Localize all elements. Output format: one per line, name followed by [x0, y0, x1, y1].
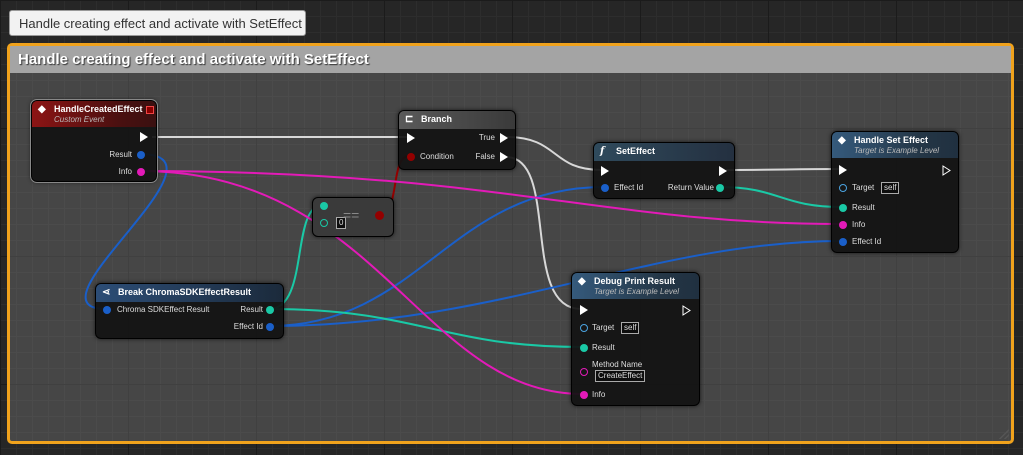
node-title: Debug Print Result — [594, 276, 676, 286]
pin-method-in[interactable] — [580, 368, 588, 376]
equals-symbol: == — [343, 207, 360, 223]
pin-label-result: Result — [592, 343, 615, 352]
node-header[interactable]: f SetEffect — [594, 143, 734, 161]
pin-return-out[interactable] — [716, 184, 724, 192]
node-subtitle: Target is Example Level — [594, 287, 680, 296]
function-icon: f — [600, 146, 605, 157]
node-header[interactable]: ⊏ Branch — [399, 111, 515, 129]
break-struct-icon: ⋖ — [102, 287, 111, 298]
pin-label-target: Target — [592, 323, 615, 332]
pin-label-info: Info — [592, 390, 606, 399]
exec-out-pin[interactable] — [942, 165, 951, 176]
exec-in-pin[interactable] — [839, 165, 847, 175]
pin-label-info: Info — [852, 220, 866, 229]
pin-label-false: False — [475, 152, 495, 161]
pin-label-target: Target — [852, 183, 875, 192]
exec-out-pin[interactable] — [719, 166, 727, 176]
pin-result-in[interactable] — [839, 204, 847, 212]
node-title: Handle Set Effect — [854, 135, 929, 145]
pin-info-in[interactable] — [580, 391, 588, 399]
pin-label-true: True — [478, 133, 495, 142]
comment-resize-grip[interactable] — [999, 429, 1009, 439]
node-debug-print-result[interactable]: ◆ Debug Print Result Target is Example L… — [571, 272, 700, 406]
node-header[interactable]: ◆ Debug Print Result Target is Example L… — [572, 273, 699, 299]
comment-title[interactable]: Handle creating effect and activate with… — [10, 46, 1011, 73]
exec-in-pin[interactable] — [580, 305, 588, 315]
exec-false-pin[interactable] — [500, 152, 508, 162]
node-break-chroma-result[interactable]: ⋖ Break ChromaSDKEffectResult Chroma SDK… — [95, 283, 284, 339]
pin-label-result: Result — [109, 150, 132, 159]
node-header[interactable]: ◆ Handle Set Effect Target is Example Le… — [832, 132, 958, 158]
node-equals[interactable]: 0 == — [312, 197, 394, 237]
exec-out-pin[interactable] — [140, 132, 148, 142]
pin-return-out[interactable] — [375, 211, 384, 220]
pin-a-in[interactable] — [320, 202, 328, 210]
exec-in-pin[interactable] — [601, 166, 609, 176]
pin-info-in[interactable] — [839, 221, 847, 229]
node-header[interactable]: ◆ HandleCreatedEffect Custom Event — [32, 101, 156, 127]
pin-info-out[interactable] — [137, 168, 145, 176]
pin-label-result: Result — [240, 305, 263, 314]
event-diamond-icon: ◆ — [838, 135, 846, 146]
delegate-pin[interactable] — [146, 106, 154, 114]
pin-label-info: Info — [118, 167, 132, 176]
branch-icon: ⊏ — [405, 114, 414, 125]
node-subtitle: Custom Event — [54, 115, 105, 124]
exec-out-pin[interactable] — [682, 305, 691, 316]
node-subtitle: Target is Example Level — [854, 146, 940, 155]
pin-label-effect-id: Effect Id — [233, 322, 263, 331]
pin-label-result: Result — [852, 203, 875, 212]
pin-label-method-name: Method Name — [592, 360, 643, 369]
pin-condition-in[interactable] — [407, 153, 415, 161]
node-title: Branch — [421, 114, 453, 124]
pin-result-out[interactable] — [137, 151, 145, 159]
node-branch[interactable]: ⊏ Branch Condition True False — [398, 110, 516, 170]
node-handle-created-effect[interactable]: ◆ HandleCreatedEffect Custom Event Resul… — [30, 99, 158, 183]
pin-label-condition: Condition — [420, 152, 454, 161]
pin-result-out[interactable] — [266, 306, 274, 314]
node-title: Break ChromaSDKEffectResult — [118, 287, 252, 297]
node-handle-set-effect[interactable]: ◆ Handle Set Effect Target is Example Le… — [831, 131, 959, 253]
node-set-effect[interactable]: f SetEffect Effect Id Return Value — [593, 142, 735, 199]
event-diamond-icon: ◆ — [578, 276, 586, 287]
exec-in-pin[interactable] — [407, 133, 415, 143]
pin-b-in[interactable] — [320, 219, 328, 227]
event-diamond-icon: ◆ — [38, 104, 46, 115]
node-title: HandleCreatedEffect — [54, 104, 143, 114]
pin-label-effect-id: Effect Id — [852, 237, 882, 246]
pin-effect-id-in[interactable] — [839, 238, 847, 246]
pin-target-in[interactable] — [839, 184, 847, 192]
pin-label-chroma-result: Chroma SDKEffect Result — [117, 305, 210, 314]
pin-label-effect-id: Effect Id — [614, 183, 644, 192]
pin-label-return-value: Return Value — [667, 183, 714, 192]
pin-result-in[interactable] — [580, 344, 588, 352]
node-title: SetEffect — [616, 146, 656, 156]
pin-struct-in[interactable] — [103, 306, 111, 314]
pin-target-in[interactable] — [580, 324, 588, 332]
pin-target-value[interactable]: self — [881, 182, 900, 194]
pin-target-value[interactable]: self — [621, 322, 640, 334]
pin-method-value[interactable]: CreateEffect — [595, 370, 646, 382]
node-header[interactable]: ⋖ Break ChromaSDKEffectResult — [96, 284, 283, 302]
pin-effect-id-out[interactable] — [266, 323, 274, 331]
exec-true-pin[interactable] — [500, 133, 508, 143]
pin-effect-id-in[interactable] — [601, 184, 609, 192]
comment-tooltip: Handle creating effect and activate with… — [9, 10, 306, 36]
